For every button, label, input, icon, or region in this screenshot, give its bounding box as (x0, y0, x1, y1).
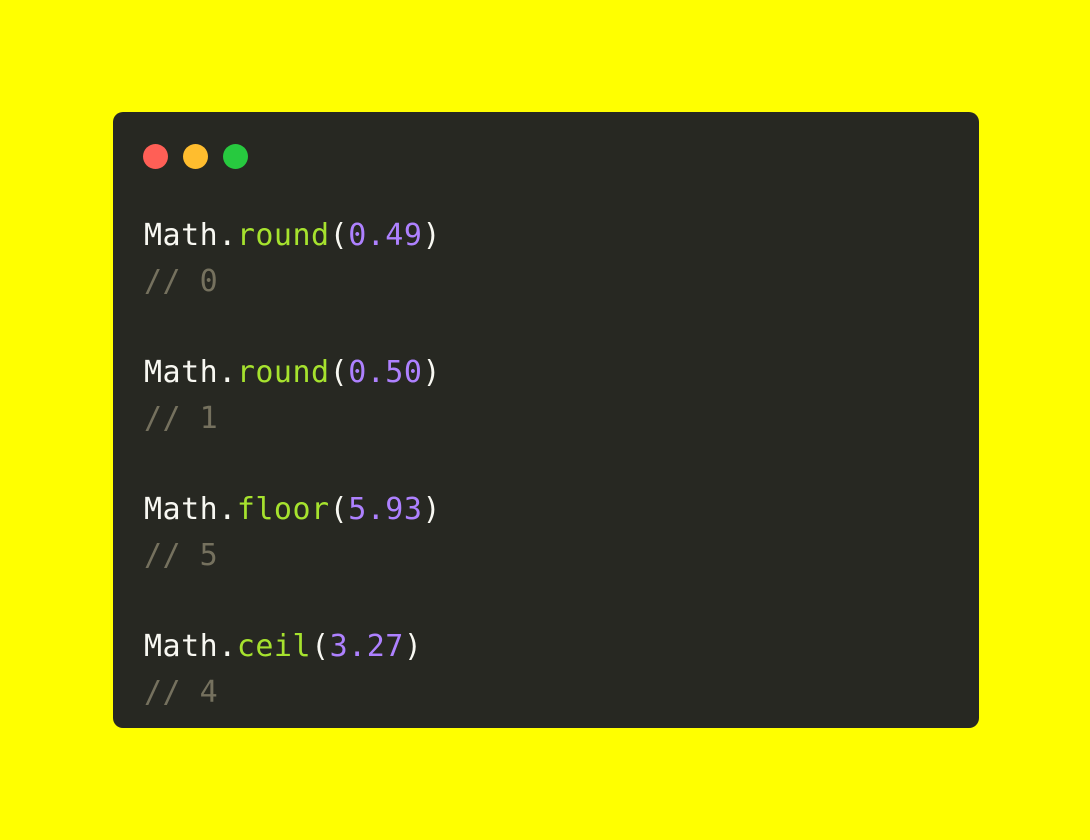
maximize-dot-icon[interactable] (223, 144, 248, 169)
method-token: ceil (236, 629, 312, 664)
number-token: 3.27 (329, 629, 404, 664)
number-token: 5.93 (348, 492, 423, 527)
result-comment: // 0 (144, 264, 219, 299)
dot-token: . (218, 355, 237, 390)
open-paren-token: ( (329, 218, 349, 253)
dot-token: . (218, 492, 237, 527)
result-comment: // 5 (144, 538, 219, 573)
object-token: Math (144, 629, 219, 664)
code-window: Math.round(0.49) // 0 Math.round(0.50) /… (113, 112, 979, 728)
code-statement: Math.ceil(3.27) // 4 (144, 624, 441, 716)
close-paren-token: ) (403, 629, 423, 664)
window-controls (143, 144, 248, 169)
open-paren-token: ( (329, 355, 349, 390)
number-token: 0.49 (348, 218, 423, 253)
method-token: round (236, 355, 330, 390)
code-statement: Math.floor(5.93) // 5 (144, 487, 441, 579)
close-dot-icon[interactable] (143, 144, 168, 169)
code-statement: Math.round(0.49) // 0 (144, 213, 441, 305)
object-token: Math (144, 218, 219, 253)
result-comment: // 4 (144, 675, 219, 710)
close-paren-token: ) (422, 492, 441, 527)
open-paren-token: ( (329, 492, 349, 527)
code-line: Math.floor(5.93) (144, 487, 441, 533)
open-paren-token: ( (311, 629, 330, 664)
number-token: 0.50 (348, 355, 423, 390)
close-paren-token: ) (422, 218, 441, 253)
code-line: Math.round(0.49) (144, 213, 441, 259)
dot-token: . (218, 218, 237, 253)
method-token: floor (236, 492, 330, 527)
method-token: round (236, 218, 330, 253)
dot-token: . (218, 629, 237, 664)
object-token: Math (144, 492, 219, 527)
code-block: Math.round(0.49) // 0 Math.round(0.50) /… (144, 213, 441, 761)
close-paren-token: ) (422, 355, 441, 390)
code-statement: Math.round(0.50) // 1 (144, 350, 441, 442)
object-token: Math (144, 355, 219, 390)
minimize-dot-icon[interactable] (183, 144, 208, 169)
code-line: Math.ceil(3.27) (144, 624, 441, 670)
result-comment: // 1 (144, 401, 219, 436)
code-line: Math.round(0.50) (144, 350, 441, 396)
